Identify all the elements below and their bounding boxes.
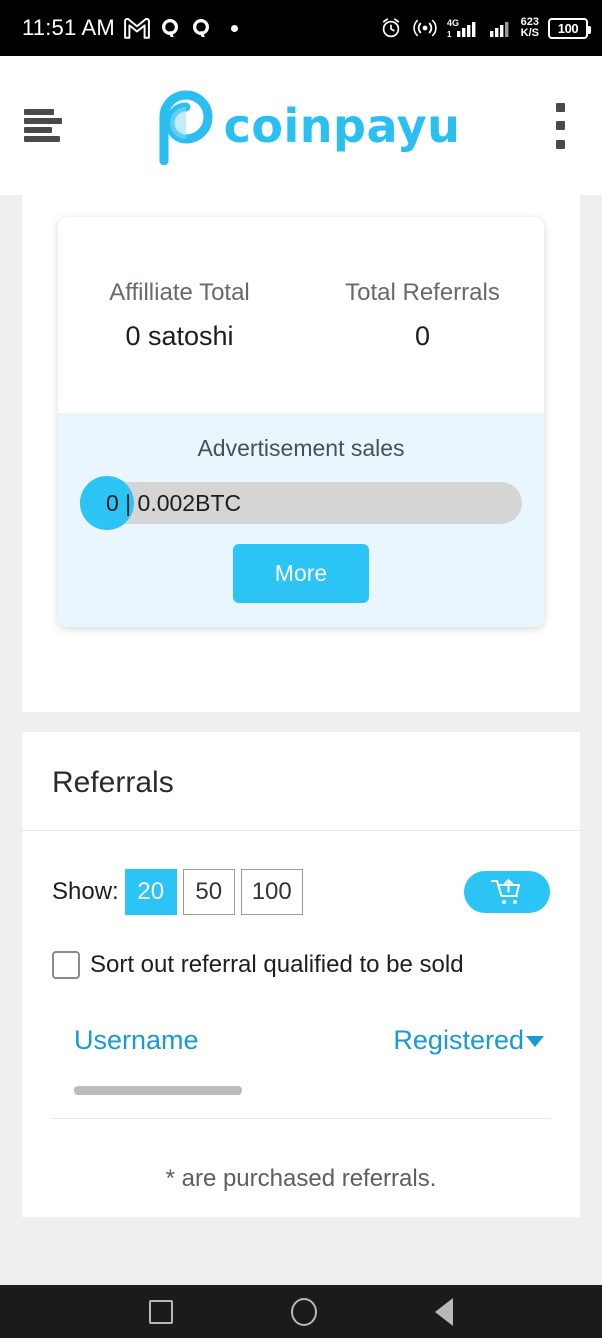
stat-affiliate-total: Affilliate Total 0 satoshi — [58, 279, 301, 351]
advertisement-sales-title: Advertisement sales — [197, 435, 405, 461]
svg-text:4G: 4G — [447, 18, 459, 28]
page-content: Affilliate Total 0 satoshi Total Referra… — [0, 195, 602, 1285]
status-clock: 11:51 AM — [22, 15, 115, 40]
referrals-table-header: Username Registered — [52, 1025, 550, 1056]
affiliate-summary-section: Affilliate Total 0 satoshi Total Referra… — [22, 195, 580, 712]
table-horizontal-scrollbar[interactable] — [52, 1086, 550, 1095]
column-header-username[interactable]: Username — [74, 1025, 199, 1056]
home-circle-icon[interactable] — [291, 1297, 317, 1326]
scrollbar-thumb[interactable] — [74, 1086, 242, 1095]
hamburger-line — [24, 136, 60, 143]
battery-indicator: 100 — [548, 17, 591, 39]
recents-square-icon[interactable] — [149, 1299, 173, 1324]
sort-qualified-label: Sort out referral qualified to be sold — [90, 951, 464, 978]
sort-qualified-checkbox[interactable] — [52, 951, 80, 979]
more-button[interactable]: More — [232, 544, 370, 603]
page-size-row: Show: 20 50 100 — [52, 867, 550, 917]
cart-upload-icon — [490, 879, 521, 904]
app-logo[interactable]: coinpayu — [62, 87, 548, 165]
status-bar-right: 4G 1 623 K/S 100 — [379, 16, 591, 40]
referrals-footnote: * are purchased referrals. — [165, 1165, 437, 1192]
referrals-footnote-row: * are purchased referrals. — [52, 1118, 550, 1217]
hamburger-line — [24, 117, 62, 124]
stat-label: Affilliate Total — [109, 279, 250, 306]
referrals-section: Referrals Show: 20 50 100 Sort out refer… — [22, 732, 580, 1217]
kebab-dot — [555, 102, 565, 112]
data-rate-indicator: 623 K/S — [521, 17, 539, 39]
notification-dot-icon — [230, 24, 238, 32]
advertisement-sales-progress: 0 | 0.002BTC — [80, 476, 522, 530]
signal-4g-icon: 4G 1 — [447, 18, 476, 39]
back-triangle-icon[interactable] — [435, 1297, 453, 1326]
stat-value: 0 — [414, 321, 431, 351]
affiliate-summary-card: Affilliate Total 0 satoshi Total Referra… — [58, 217, 544, 627]
svg-text:1: 1 — [447, 30, 452, 39]
kebab-dot — [555, 139, 565, 149]
stat-total-referrals: Total Referrals 0 — [301, 279, 544, 351]
status-bar: 11:51 AM 4G 1 623 K/S 100 — [0, 0, 602, 56]
gmail-icon — [124, 17, 150, 39]
referrals-title: Referrals — [52, 766, 174, 799]
column-header-registered[interactable]: Registered — [393, 1025, 544, 1056]
page-size-20-button[interactable]: 20 — [124, 869, 177, 915]
show-label: Show: — [52, 878, 119, 905]
status-bar-left: 11:51 AM — [22, 15, 238, 41]
hotspot-icon — [413, 19, 437, 37]
quora-icon — [192, 19, 209, 37]
phone-screen: 11:51 AM 4G 1 623 K/S 100 coinpayu Affil… — [0, 0, 602, 1338]
sort-qualified-row: Sort out referral qualified to be sold — [52, 951, 550, 979]
kebab-dot — [555, 121, 565, 130]
caret-down-icon — [526, 1036, 544, 1048]
buy-referrals-button[interactable] — [464, 871, 550, 913]
app-logo-text: coinpayu — [223, 98, 461, 153]
data-rate-unit: K/S — [520, 27, 539, 39]
progress-label: 0 | 0.002BTC — [106, 489, 242, 516]
more-button-wrap: More — [80, 544, 522, 603]
coinpayu-logo-icon — [159, 90, 213, 165]
quora-icon — [161, 19, 178, 37]
hamburger-line — [24, 127, 52, 134]
page-size-buttons: 20 50 100 — [124, 869, 303, 915]
page-size-100-button[interactable]: 100 — [240, 869, 303, 915]
advertisement-sales-panel: Advertisement sales 0 | 0.002BTC More — [58, 413, 544, 627]
alarm-icon — [382, 18, 399, 38]
column-header-registered-label: Registered — [393, 1025, 524, 1055]
stat-value: 0 satoshi — [125, 321, 234, 351]
referrals-body: Show: 20 50 100 Sort out referral qualif… — [22, 831, 580, 1217]
signal-bars-icon — [489, 22, 509, 37]
page-size-50-button[interactable]: 50 — [182, 869, 235, 915]
stat-label: Total Referrals — [345, 279, 500, 306]
app-header: coinpayu — [0, 56, 602, 195]
battery-level: 100 — [557, 20, 579, 36]
android-nav-bar — [0, 1285, 602, 1338]
referrals-header: Referrals — [22, 732, 580, 831]
kebab-icon[interactable] — [548, 102, 572, 149]
affiliate-stats-row: Affilliate Total 0 satoshi Total Referra… — [58, 217, 544, 413]
hamburger-line — [24, 108, 54, 115]
